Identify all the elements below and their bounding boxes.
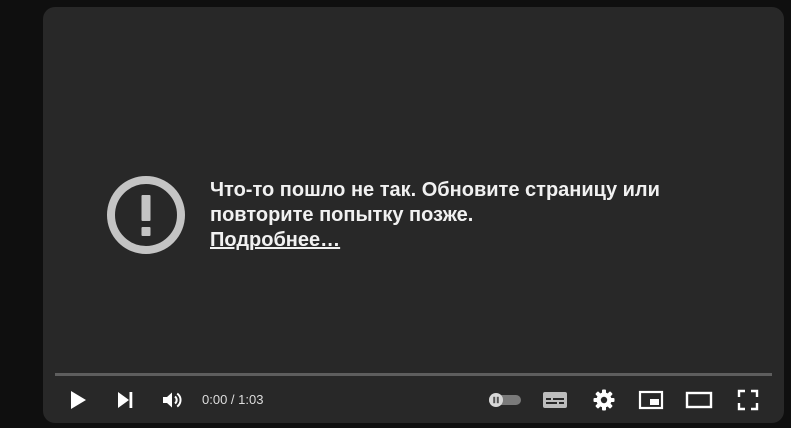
theater-mode-icon (685, 391, 713, 409)
fullscreen-button[interactable] (732, 384, 764, 416)
time-display: 0:00 / 1:03 (202, 392, 263, 408)
progress-bar[interactable] (55, 373, 772, 376)
volume-icon (163, 392, 182, 408)
video-player[interactable]: Что-то пошло не так. Обновите страницу и… (43, 7, 784, 423)
learn-more-link[interactable]: Подробнее… (210, 228, 340, 253)
gear-icon (593, 389, 615, 411)
time-separator: / (227, 392, 239, 407)
autoplay-toggle-icon (489, 393, 521, 407)
miniplayer-icon (638, 390, 664, 410)
theater-mode-button[interactable] (683, 384, 715, 416)
error-message-line-2: повторите попытку позже. (210, 204, 474, 226)
error-message: Что-то пошло не так. Обновите страницу и… (210, 178, 700, 253)
autoplay-toggle[interactable] (487, 384, 523, 416)
duration: 1:03 (238, 392, 264, 407)
settings-button[interactable] (588, 384, 620, 416)
subtitles-button[interactable] (539, 384, 571, 416)
current-time: 0:00 (202, 392, 228, 407)
play-icon (71, 391, 86, 409)
play-button[interactable] (61, 384, 93, 416)
fullscreen-icon (737, 389, 759, 411)
error-panel: Что-то пошло не так. Обновите страницу и… (106, 175, 700, 255)
subtitles-icon (543, 392, 567, 408)
miniplayer-button[interactable] (635, 384, 667, 416)
control-bar: 0:00 / 1:03 (43, 380, 784, 420)
alert-circle-icon (107, 176, 185, 254)
volume-button[interactable] (156, 384, 188, 416)
next-button[interactable] (109, 384, 141, 416)
skip-next-icon (118, 392, 133, 408)
error-message-line-1: Что-то пошло не так. Обновите страницу и… (210, 179, 660, 201)
